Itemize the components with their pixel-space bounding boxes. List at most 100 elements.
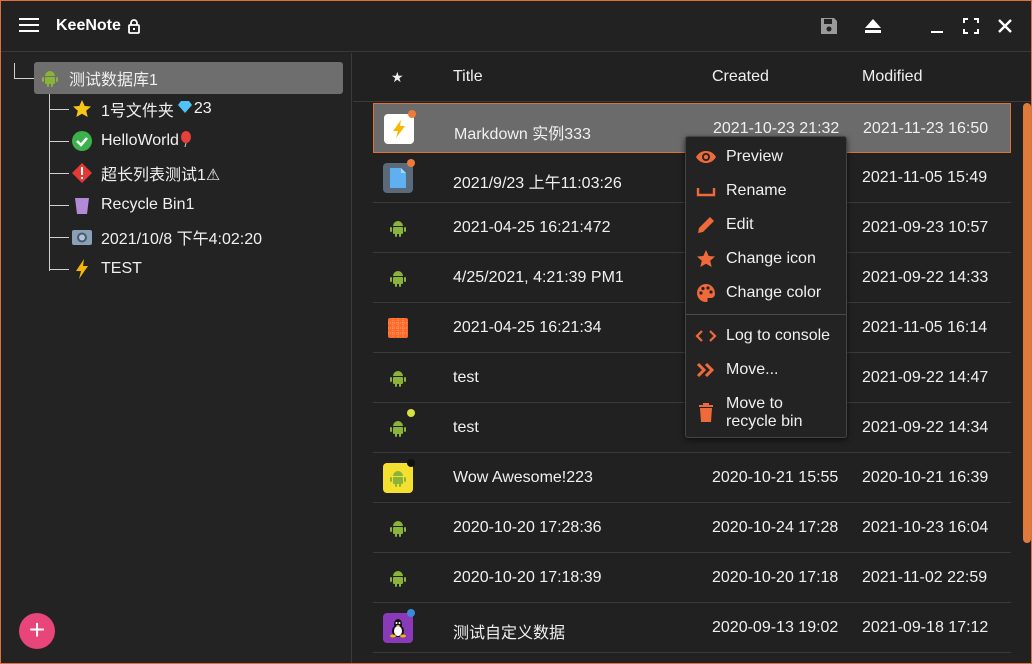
gem-icon: [177, 100, 192, 119]
cell-modified: 2021-11-02 22:59: [862, 569, 988, 586]
code-icon: [686, 329, 726, 343]
tree-item-label: HelloWorld: [101, 132, 179, 149]
tree-item-helloworld[interactable]: HelloWorld: [71, 127, 192, 155]
lightning-icon: [71, 258, 93, 280]
cell-title: Wow Awesome!223: [453, 469, 593, 486]
app-title: KeeNote: [56, 17, 121, 34]
cell-modified: 2021-09-22 14:47: [862, 369, 989, 386]
cell-title: 2021/9/23 上午11:03:26: [453, 175, 622, 192]
star-column-header[interactable]: ★: [391, 69, 404, 86]
menu-item-label: Change color: [726, 284, 822, 301]
cell-created: 2020-09-13 19:02: [712, 619, 839, 636]
tree-item-folder-1[interactable]: 1号文件夹 23: [71, 95, 212, 123]
android-icon: [39, 67, 61, 89]
menu-item-label: Edit: [726, 216, 754, 233]
menu-item-log-to-console[interactable]: Log to console: [686, 321, 846, 351]
color-tag-dot: [407, 159, 415, 167]
tree-item-label: TEST: [101, 260, 142, 277]
android-icon: [383, 213, 413, 243]
android-icon: [383, 363, 413, 393]
color-tag-dot: [407, 609, 415, 617]
table-row[interactable]: 测试自定义数据 2020-09-13 19:02 2021-09-18 17:12: [373, 603, 1011, 653]
context-menu: Preview Rename Edit Change icon Change c…: [685, 136, 847, 438]
close-icon[interactable]: [992, 13, 1018, 39]
save-icon[interactable]: [816, 13, 842, 39]
android-icon: [383, 263, 413, 293]
menu-icon[interactable]: [19, 18, 39, 34]
table-row[interactable]: 2020-10-20 17:18:39 2020-10-20 17:18 2021-…: [373, 553, 1011, 603]
tree-line: [14, 78, 34, 79]
tree-item-root[interactable]: 测试数据库1: [39, 64, 158, 92]
tree-item-count: 23: [193, 100, 212, 117]
tree-item-date[interactable]: 2021/10/8 下午4:02:20: [71, 223, 262, 251]
cell-title: 2020-10-20 17:28:36: [453, 519, 602, 536]
star-icon: [686, 249, 726, 269]
cell-modified: 2020-10-21 16:39: [862, 469, 989, 486]
menu-item-change-color[interactable]: Change color: [686, 278, 846, 308]
tree-item-long-list[interactable]: 超长列表测试1⚠: [71, 159, 220, 187]
tree-line: [49, 269, 69, 270]
minimize-icon[interactable]: [924, 13, 950, 39]
tree-item-label: 2021/10/8 下午4:02:20: [101, 231, 263, 248]
table-row[interactable]: 2020-10-20 17:28:36 2020-10-24 17:28 2021-…: [373, 503, 1011, 553]
cell-modified: 2021-10-23 16:04: [862, 519, 989, 536]
menu-item-move[interactable]: Move...: [686, 355, 846, 385]
created-column-header[interactable]: Created: [712, 68, 769, 86]
color-tag-dot: [407, 459, 415, 467]
app-window: KeeNote 测试数据库1 1号文件夹 23 HelloWorld 超长列表测…: [0, 0, 1032, 664]
camera-icon: [71, 226, 93, 248]
sidebar-tree: 测试数据库1 1号文件夹 23 HelloWorld 超长列表测试1⚠ Recy…: [1, 53, 352, 663]
trash-icon: [686, 403, 726, 423]
table-row[interactable]: Wow Awesome!223 2020-10-21 15:55 2020-10-2…: [373, 453, 1011, 503]
menu-item-label: Preview: [726, 148, 783, 165]
warning-diamond-icon: [71, 162, 93, 184]
menu-item-change-icon[interactable]: Change icon: [686, 244, 846, 274]
maximize-icon[interactable]: [958, 13, 984, 39]
balloon-icon: [180, 130, 192, 152]
tree-line: [14, 63, 15, 79]
cell-created: 2020-10-20 17:18: [712, 569, 839, 586]
menu-item-label: Move to recycle bin: [726, 395, 803, 430]
cell-title: 2021-04-25 16:21:34: [453, 319, 602, 336]
android-icon: [383, 563, 413, 593]
title-bar: KeeNote: [1, 1, 1031, 52]
menu-item-move-to-recycle-bin[interactable]: Move to recycle bin: [686, 391, 846, 435]
scrollbar[interactable]: [1023, 103, 1031, 543]
lock-icon: [127, 18, 141, 39]
cell-modified: 2021-09-22 14:33: [862, 269, 989, 286]
cell-modified: 2021-09-18 17:12: [862, 619, 989, 636]
menu-item-rename[interactable]: Rename: [686, 176, 846, 206]
cell-title: 2020-10-20 17:18:39: [453, 569, 602, 586]
tree-item-recycle-bin[interactable]: Recycle Bin1: [71, 191, 194, 219]
cell-title: test: [453, 369, 479, 386]
eye-icon: [686, 150, 726, 164]
menu-divider: [686, 314, 846, 315]
pencil-icon: [686, 215, 726, 235]
menu-item-label: Change icon: [726, 250, 816, 267]
cell-modified: 2021-11-05 16:14: [862, 319, 988, 336]
table-header: ★ Title Created Modified: [353, 53, 1031, 102]
lightning-icon: [384, 114, 414, 144]
tree-line: [49, 173, 69, 174]
cell-modified: 2021-09-22 14:34: [862, 419, 989, 436]
menu-item-preview[interactable]: Preview: [686, 142, 846, 172]
cell-title: 4/25/2021, 4:21:39 PM1: [453, 269, 624, 286]
cell-modified: 2021-09-23 10:57: [862, 219, 989, 236]
tree-line: [49, 94, 50, 271]
color-tag-dot: [408, 110, 416, 118]
title-column-header[interactable]: Title: [453, 68, 483, 86]
cell-title: Markdown 实例333: [454, 126, 591, 143]
check-circle-icon: [71, 130, 93, 152]
add-button[interactable]: +: [19, 613, 55, 649]
cell-title: 测试自定义数据: [453, 625, 566, 642]
modified-column-header[interactable]: Modified: [862, 68, 922, 86]
tree-item-test[interactable]: TEST: [71, 255, 142, 283]
grid-icon: [383, 313, 413, 343]
tree-item-label: Recycle Bin1: [101, 196, 195, 213]
star-icon: [71, 98, 93, 120]
menu-item-edit[interactable]: Edit: [686, 210, 846, 240]
tree-line: [49, 205, 69, 206]
menu-item-label: Move...: [726, 361, 779, 378]
cell-created: 2020-10-21 15:55: [712, 469, 839, 486]
eject-icon[interactable]: [860, 13, 886, 39]
